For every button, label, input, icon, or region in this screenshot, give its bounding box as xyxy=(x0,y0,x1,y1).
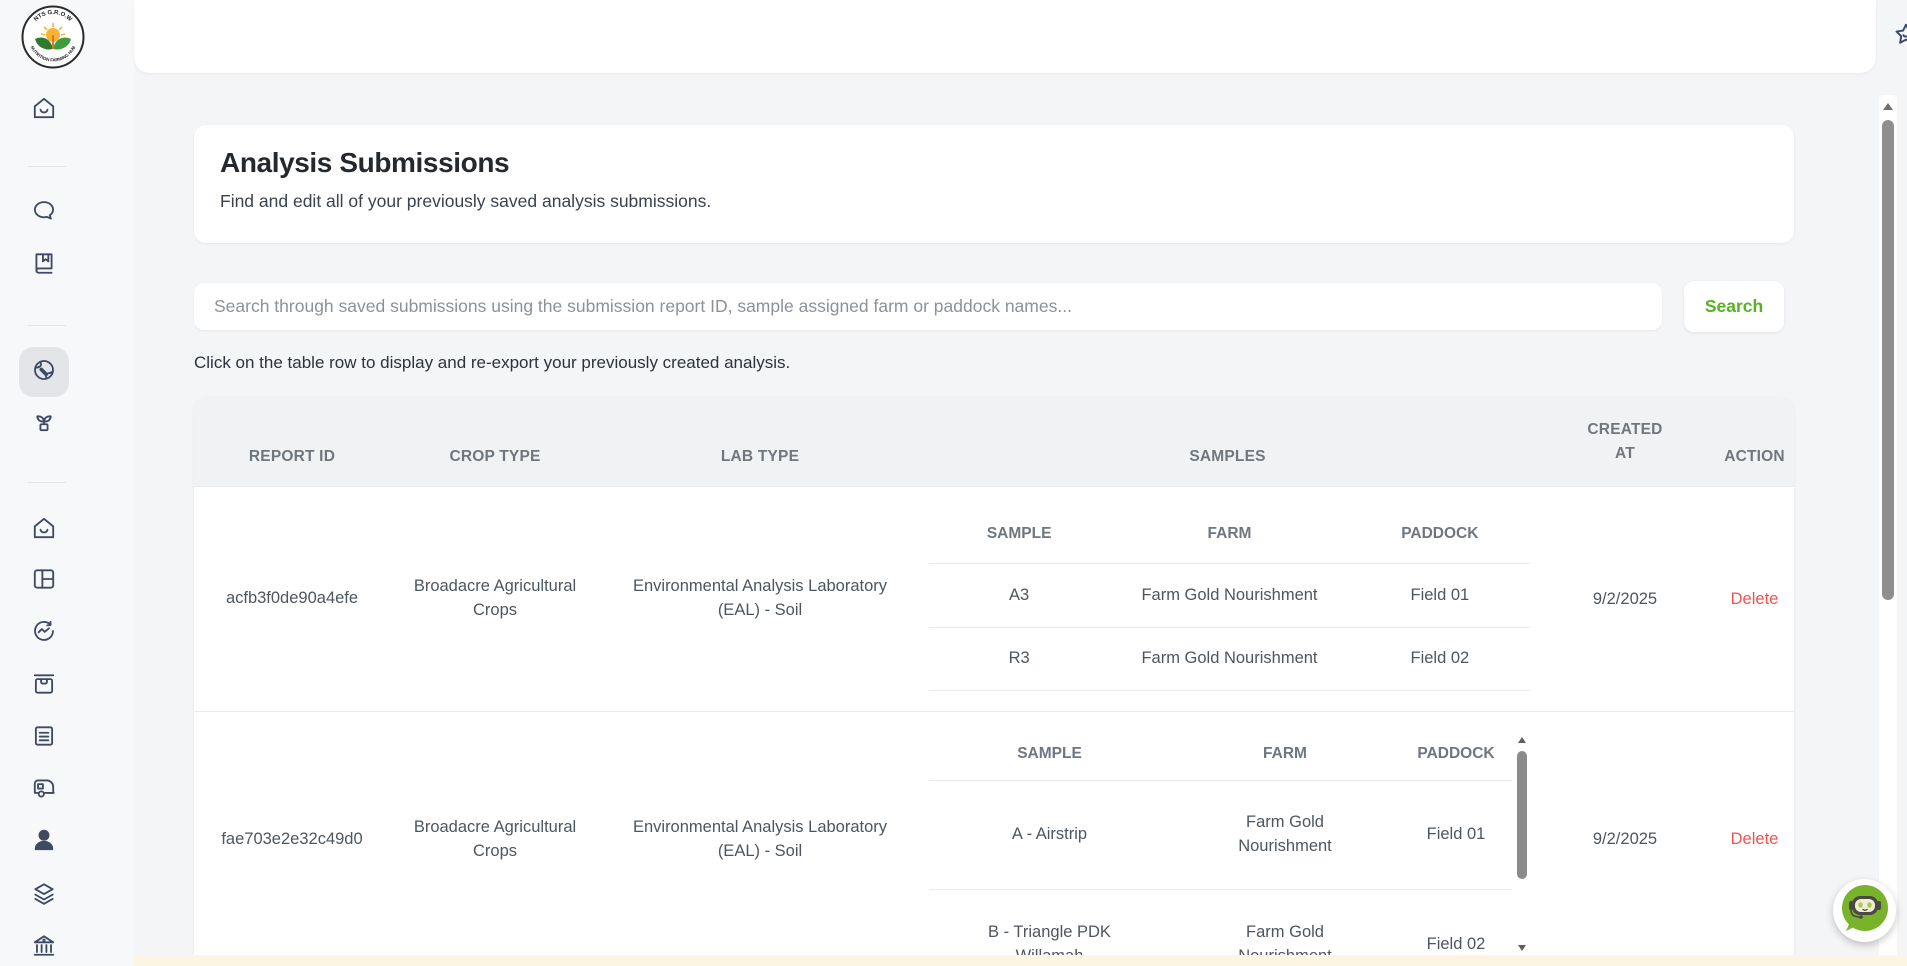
paddock-name: Field 02 xyxy=(1400,933,1512,957)
sidebar-item-analysis-active[interactable] xyxy=(19,347,69,397)
created-at-date: 9/2/2025 xyxy=(1593,590,1657,609)
page-scrollbar-thumb[interactable] xyxy=(1882,120,1894,600)
page-scrollbar[interactable] xyxy=(1879,95,1897,966)
paddock-name: Field 02 xyxy=(1350,647,1530,671)
chat-bubble-icon xyxy=(31,198,57,229)
archive-box-icon xyxy=(31,671,57,702)
favorite-star-button[interactable] xyxy=(1891,22,1907,52)
sidebar-item-profile[interactable] xyxy=(19,817,69,867)
scroll-down-arrow-icon[interactable] xyxy=(1518,945,1526,951)
paddock-name: Field 01 xyxy=(1350,584,1530,608)
submission-row[interactable]: acfb3f0de90a4efe Broadacre Agricultural … xyxy=(194,486,1794,711)
sidebar-divider xyxy=(28,325,66,326)
sidebar-divider xyxy=(28,166,66,167)
samples-scrollbar-thumb[interactable] xyxy=(1517,751,1527,879)
lab-type: Environmental Analysis Laboratory (EAL) … xyxy=(610,575,910,623)
home-icon xyxy=(31,515,57,546)
sidebar-item-chat[interactable] xyxy=(19,188,69,238)
sample-column-header: SAMPLE xyxy=(929,743,1170,765)
farm-column-header: FARM xyxy=(1170,743,1400,765)
submission-row[interactable]: fae703e2e32c49d0 Broadacre Agricultural … xyxy=(194,711,1794,966)
scroll-up-arrow-icon[interactable] xyxy=(1883,103,1893,110)
chatbot-icon xyxy=(1839,882,1891,939)
farm-name: Farm Gold Nourishment xyxy=(1109,647,1349,671)
sidebar-item-home[interactable] xyxy=(19,85,69,135)
layout-panels-icon xyxy=(31,566,57,597)
sidebar-item-layout[interactable] xyxy=(19,556,69,606)
sidebar: NTS G.R.O.W NUTRITION FARMING HUB xyxy=(0,0,134,966)
sample-name: A - Airstrip xyxy=(929,823,1170,847)
sidebar-item-plant[interactable] xyxy=(19,398,69,448)
caravan-icon xyxy=(31,775,57,806)
home-icon xyxy=(31,95,57,126)
sidebar-item-documents[interactable] xyxy=(19,713,69,763)
page-subtitle: Find and edit all of your previously sav… xyxy=(220,191,1768,212)
samples-header-row: SAMPLE FARM PADDOCK xyxy=(929,729,1512,780)
sidebar-item-bank[interactable] xyxy=(19,922,69,966)
paddock-column-header: PADDOCK xyxy=(1350,523,1530,545)
search-input[interactable] xyxy=(194,283,1662,330)
samples-scrollbar[interactable] xyxy=(1514,732,1530,966)
delete-button[interactable]: Delete xyxy=(1731,830,1779,849)
sample-name: A3 xyxy=(929,584,1109,608)
sample-row: R3 Farm Gold Nourishment Field 02 xyxy=(929,627,1530,691)
sample-row: A - Airstrip Farm Gold Nourishment Field… xyxy=(929,780,1512,889)
activity-cycle-icon xyxy=(31,618,57,649)
sidebar-divider xyxy=(28,482,66,483)
sample-row: A3 Farm Gold Nourishment Field 01 xyxy=(929,563,1530,627)
paddock-name: Field 01 xyxy=(1400,823,1512,847)
farm-name: Farm Gold Nourishment xyxy=(1109,584,1349,608)
column-header-created-at: CREATED AT xyxy=(1535,418,1715,466)
chat-widget-button[interactable] xyxy=(1833,879,1896,942)
bank-building-icon xyxy=(31,932,57,963)
page-title: Analysis Submissions xyxy=(220,147,1768,179)
crop-type: Broadacre Agricultural Crops xyxy=(400,816,590,864)
sidebar-item-activity[interactable] xyxy=(19,608,69,658)
app-window: NTS G.R.O.W NUTRITION FARMING HUB xyxy=(0,0,1907,966)
column-header-report-id: REPORT ID xyxy=(194,448,390,466)
heading-card: Analysis Submissions Find and edit all o… xyxy=(194,125,1794,243)
sidebar-item-layers[interactable] xyxy=(19,870,69,920)
sidebar-item-home-alt[interactable] xyxy=(19,505,69,555)
brand-logo[interactable]: NTS G.R.O.W NUTRITION FARMING HUB xyxy=(21,5,85,69)
table-header-row: REPORT ID CROP TYPE LAB TYPE SAMPLES CRE… xyxy=(194,397,1794,486)
submissions-table: REPORT ID CROP TYPE LAB TYPE SAMPLES CRE… xyxy=(194,397,1794,966)
lab-type: Environmental Analysis Laboratory (EAL) … xyxy=(610,816,910,864)
report-id: fae703e2e32c49d0 xyxy=(221,828,362,852)
search-button[interactable]: Search xyxy=(1684,281,1784,332)
star-icon xyxy=(1892,21,1907,54)
table-hint-text: Click on the table row to display and re… xyxy=(194,353,790,373)
layers-stack-icon xyxy=(31,880,57,911)
bottom-strip xyxy=(134,955,1907,966)
book-bookmark-icon xyxy=(31,250,57,281)
report-id: acfb3f0de90a4efe xyxy=(226,587,358,611)
column-header-crop-type: CROP TYPE xyxy=(390,448,600,466)
sample-column-header: SAMPLE xyxy=(929,523,1109,545)
scroll-up-arrow-icon[interactable] xyxy=(1518,737,1526,743)
column-header-samples: SAMPLES xyxy=(920,448,1535,466)
sample-name: R3 xyxy=(929,647,1109,671)
paddock-column-header: PADDOCK xyxy=(1400,743,1512,765)
document-lines-icon xyxy=(31,723,57,754)
crop-type: Broadacre Agricultural Crops xyxy=(400,575,590,623)
person-icon xyxy=(31,827,57,858)
column-header-action: ACTION xyxy=(1715,448,1794,466)
column-header-lab-type: LAB TYPE xyxy=(600,448,920,466)
top-bar xyxy=(134,0,1876,73)
seedling-icon xyxy=(31,408,57,439)
created-at-date: 9/2/2025 xyxy=(1593,830,1657,849)
sidebar-item-archive[interactable] xyxy=(19,661,69,711)
sidebar-item-caravan[interactable] xyxy=(19,765,69,815)
globe-icon xyxy=(31,357,57,388)
samples-subtable: SAMPLE FARM PADDOCK A - Airstrip Farm Go… xyxy=(920,712,1535,966)
delete-button[interactable]: Delete xyxy=(1731,590,1779,609)
farm-name: Farm Gold Nourishment xyxy=(1223,811,1348,859)
farm-column-header: FARM xyxy=(1109,523,1349,545)
samples-header-row: SAMPLE FARM PADDOCK xyxy=(929,505,1530,563)
sidebar-item-guides[interactable] xyxy=(19,240,69,290)
samples-subtable: SAMPLE FARM PADDOCK A3 Farm Gold Nourish… xyxy=(920,487,1535,711)
